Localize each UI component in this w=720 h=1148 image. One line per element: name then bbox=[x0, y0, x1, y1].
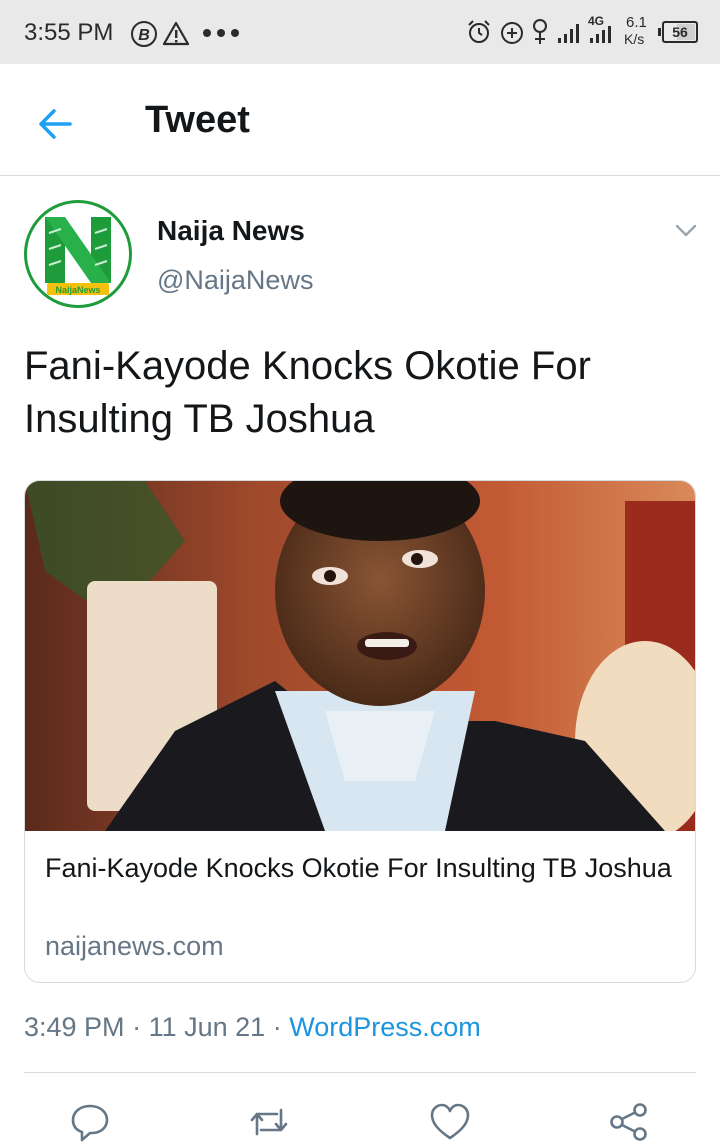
naija-news-logo: NaijaNews bbox=[45, 217, 111, 295]
warning-icon bbox=[162, 21, 190, 46]
tweet-date: 11 Jun 21 bbox=[148, 1012, 266, 1042]
alarm-icon bbox=[468, 20, 490, 43]
arrow-left-icon[interactable] bbox=[36, 104, 76, 144]
net-speed-value: 6.1 bbox=[626, 14, 647, 31]
app-header: Tweet bbox=[0, 64, 720, 176]
svg-text:B: B bbox=[138, 27, 150, 44]
tweet-time: 3:49 PM bbox=[24, 1012, 125, 1042]
card-title: Fani-Kayode Knocks Okotie For Insulting … bbox=[45, 853, 672, 883]
b-badge-icon: B bbox=[131, 21, 157, 47]
reply-icon[interactable] bbox=[68, 1100, 112, 1144]
net-speed-unit: K/s bbox=[624, 31, 645, 47]
more-notifications-icon bbox=[203, 29, 239, 37]
location-icon bbox=[533, 19, 547, 44]
author-name[interactable]: Naija News bbox=[157, 215, 305, 247]
data-saver-icon bbox=[501, 22, 523, 44]
author-handle[interactable]: @NaijaNews bbox=[157, 265, 313, 296]
divider bbox=[24, 1072, 696, 1073]
tweet-meta: 3:49 PM · 11 Jun 21 · WordPress.com bbox=[24, 1012, 481, 1043]
avatar[interactable]: NaijaNews bbox=[24, 200, 132, 308]
meta-separator: · bbox=[132, 1012, 142, 1042]
signal-icon bbox=[558, 24, 579, 43]
heart-icon[interactable] bbox=[428, 1100, 472, 1144]
retweet-icon[interactable] bbox=[247, 1100, 291, 1144]
status-time: 3:55 PM bbox=[24, 19, 114, 46]
status-bar: 3:55 PM B 4G 6.1 K/s 56 bbox=[0, 0, 720, 64]
battery-icon: 56 bbox=[658, 21, 698, 43]
battery-level: 56 bbox=[672, 24, 688, 40]
chevron-down-icon[interactable] bbox=[673, 220, 699, 240]
svg-text:NaijaNews: NaijaNews bbox=[55, 285, 100, 295]
tweet-text: Fani-Kayode Knocks Okotie For Insulting … bbox=[24, 344, 591, 441]
page-title: Tweet bbox=[145, 99, 250, 141]
card-image bbox=[25, 481, 695, 831]
tweet-source-link[interactable]: WordPress.com bbox=[289, 1012, 481, 1042]
signal-4g-icon bbox=[590, 26, 611, 43]
meta-separator: · bbox=[272, 1012, 282, 1042]
share-icon[interactable] bbox=[607, 1100, 651, 1144]
card-domain: naijanews.com bbox=[45, 931, 224, 961]
link-card[interactable]: Fani-Kayode Knocks Okotie For Insulting … bbox=[24, 480, 696, 983]
